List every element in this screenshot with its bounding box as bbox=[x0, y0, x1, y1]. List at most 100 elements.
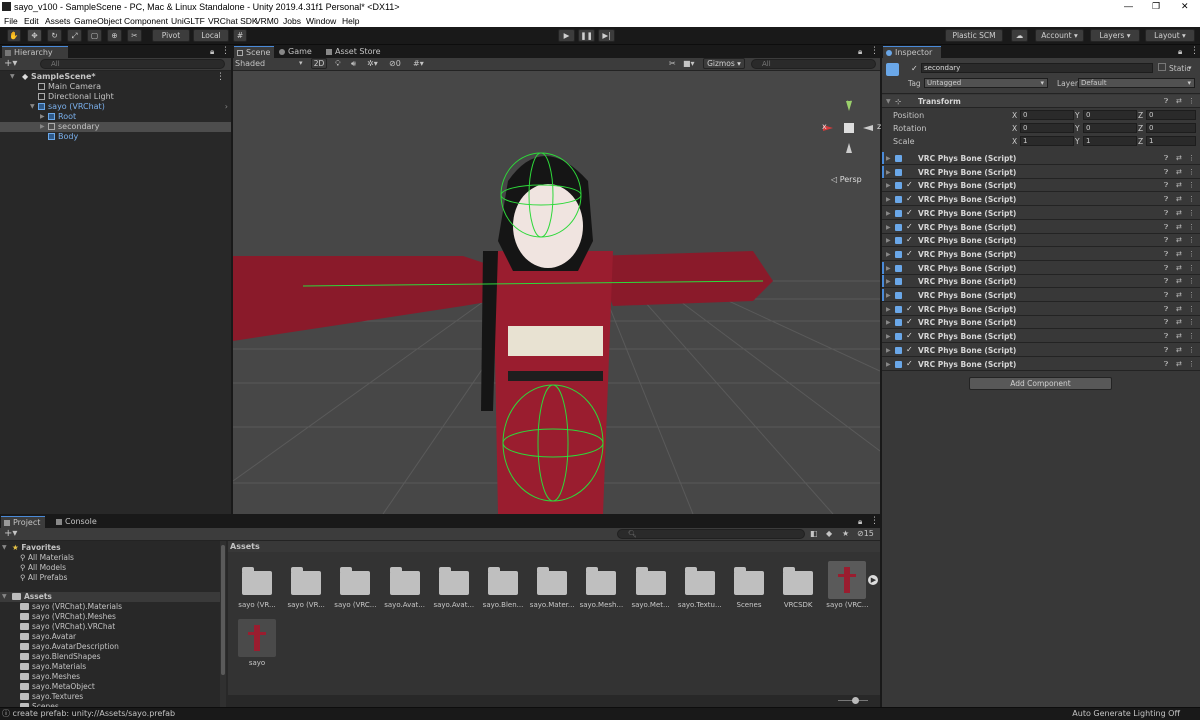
step-button[interactable]: ▶| bbox=[598, 29, 615, 42]
preset-icon[interactable]: ⇄ bbox=[1176, 221, 1182, 234]
panel-menu-icon[interactable]: ⋮ bbox=[1190, 46, 1199, 56]
preset-icon[interactable]: ⇄ bbox=[1176, 316, 1182, 329]
asset-folder-item[interactable]: sayo (VRChat).Meshes bbox=[0, 612, 226, 622]
tree-scrollbar[interactable] bbox=[220, 541, 226, 707]
help-icon[interactable]: ❓︎ bbox=[1164, 152, 1168, 165]
fold-arrow-icon[interactable]: ▶ bbox=[886, 344, 891, 357]
component-row-vrc-phys-bone[interactable]: ▶ ✓ VRC Phys Bone (Script) ❓︎ ⇄ ⋮ bbox=[882, 207, 1200, 220]
component-menu-icon[interactable]: ⋮ bbox=[1188, 221, 1195, 234]
asset-folder-item[interactable]: sayo.Avatar bbox=[0, 632, 226, 642]
menu-window[interactable]: Window bbox=[306, 16, 336, 26]
minimize-icon[interactable]: — bbox=[1124, 1, 1133, 11]
menu-assets[interactable]: Assets bbox=[45, 16, 71, 26]
component-menu-icon[interactable]: ⋮ bbox=[1188, 289, 1195, 302]
component-enabled-checkbox[interactable]: ✓ bbox=[906, 222, 914, 231]
component-enabled-checkbox[interactable]: ✓ bbox=[906, 318, 914, 326]
fold-arrow-icon[interactable]: ▶ bbox=[886, 179, 891, 192]
tab-hierarchy[interactable]: Hierarchy bbox=[2, 46, 68, 58]
assets-header[interactable]: ▼ Assets bbox=[0, 592, 226, 602]
close-icon[interactable]: ✕ bbox=[1181, 1, 1189, 12]
fold-arrow-icon[interactable]: ▶ bbox=[886, 275, 891, 288]
gizmos-dropdown[interactable]: Gizmos ▾ bbox=[703, 58, 745, 69]
lock-icon[interactable]: 🔒︎ bbox=[1178, 47, 1182, 57]
fold-arrow-icon[interactable]: ▶ bbox=[886, 303, 891, 316]
component-enabled-checkbox[interactable]: ✓ bbox=[906, 304, 914, 313]
asset-tile[interactable]: sayo.Blen... bbox=[478, 561, 528, 613]
component-enabled-checkbox[interactable]: ✓ bbox=[906, 181, 914, 189]
tab-inspector[interactable]: Inspector bbox=[883, 46, 941, 58]
component-enabled-checkbox[interactable] bbox=[906, 291, 914, 299]
component-menu-icon[interactable]: ⋮ bbox=[1188, 344, 1195, 357]
preset-icon[interactable]: ⇄ bbox=[1176, 166, 1182, 179]
maximize-icon[interactable]: ❐ bbox=[1152, 1, 1160, 12]
object-name-input[interactable]: secondary bbox=[921, 63, 1153, 73]
local-toggle[interactable]: Local bbox=[193, 29, 229, 42]
filter-label-icon[interactable]: ◆ bbox=[826, 529, 832, 538]
tab-project[interactable]: Project bbox=[1, 516, 45, 528]
component-menu-icon[interactable]: ⋮ bbox=[1188, 316, 1195, 329]
fold-arrow-icon[interactable]: ▼ bbox=[2, 543, 7, 553]
fold-arrow-icon[interactable]: ▶ bbox=[886, 234, 891, 247]
help-icon[interactable]: ❓︎ bbox=[1164, 316, 1168, 329]
favorite-all-materials[interactable]: ⚲ All Materials bbox=[0, 553, 226, 563]
favorite-star-icon[interactable]: ★ bbox=[842, 529, 849, 538]
component-menu-icon[interactable]: ⋮ bbox=[1188, 207, 1195, 220]
effects-icon[interactable]: ✲▾ bbox=[367, 59, 378, 68]
lighting-icon[interactable]: 💡︎ bbox=[335, 59, 341, 69]
component-row-vrc-phys-bone[interactable]: ▶ ✓ VRC Phys Bone (Script) ❓︎ ⇄ ⋮ bbox=[882, 179, 1200, 193]
component-enabled-checkbox[interactable]: ✓ bbox=[906, 359, 914, 368]
expand-arrow-icon[interactable]: ▶ bbox=[868, 575, 879, 585]
pause-button[interactable]: ❚❚ bbox=[578, 29, 595, 42]
scene-viewport[interactable] bbox=[233, 71, 880, 514]
component-menu-icon[interactable]: ⋮ bbox=[1188, 193, 1195, 206]
preset-icon[interactable]: ⇄ bbox=[1176, 303, 1182, 316]
help-icon[interactable]: ❓︎ bbox=[1164, 166, 1168, 179]
component-row-vrc-phys-bone[interactable]: ▶ VRC Phys Bone (Script) ❓︎ ⇄ ⋮ bbox=[882, 289, 1200, 302]
preset-icon[interactable]: ⇄ bbox=[1176, 330, 1182, 343]
panel-menu-icon[interactable]: ⋮ bbox=[870, 516, 879, 526]
fold-arrow-icon[interactable]: ▶ bbox=[886, 166, 891, 179]
panel-menu-icon[interactable]: ⋮ bbox=[221, 46, 230, 56]
fold-arrow-icon[interactable]: ▼ bbox=[2, 592, 7, 602]
rotation-x-field[interactable]: 0 bbox=[1020, 123, 1074, 133]
preset-icon[interactable]: ⇄ bbox=[1176, 358, 1182, 371]
rotation-z-field[interactable]: 0 bbox=[1146, 123, 1196, 133]
fold-arrow-icon[interactable]: ▶ bbox=[886, 248, 891, 261]
favorites-header[interactable]: ▼ ★ Favorites bbox=[0, 543, 226, 553]
preset-icon[interactable]: ⇄ bbox=[1176, 275, 1182, 288]
component-row-vrc-phys-bone[interactable]: ▶ VRC Phys Bone (Script) ❓︎ ⇄ ⋮ bbox=[882, 165, 1200, 179]
hierarchy-item-secondary[interactable]: ▶ secondary bbox=[0, 122, 231, 132]
preset-icon[interactable]: ⇄ bbox=[1176, 248, 1182, 261]
create-plus-icon[interactable]: +▾ bbox=[4, 58, 17, 69]
chevron-down-icon[interactable]: ▾ bbox=[1188, 64, 1192, 72]
fold-arrow-icon[interactable]: ▶ bbox=[886, 289, 891, 302]
help-icon[interactable]: ❓︎ bbox=[1164, 344, 1168, 357]
tab-game[interactable]: Game bbox=[276, 46, 322, 58]
help-icon[interactable]: ❓︎ bbox=[1164, 289, 1168, 302]
component-enabled-checkbox[interactable] bbox=[906, 168, 914, 176]
preset-icon[interactable]: ⇄ bbox=[1176, 152, 1182, 165]
static-checkbox[interactable] bbox=[1158, 63, 1166, 71]
rotation-y-field[interactable]: 0 bbox=[1083, 123, 1137, 133]
chevron-right-icon[interactable]: › bbox=[225, 102, 228, 112]
help-icon[interactable]: ❓︎ bbox=[1164, 95, 1168, 108]
component-menu-icon[interactable]: ⋮ bbox=[1188, 330, 1195, 343]
component-menu-icon[interactable]: ⋮ bbox=[1188, 248, 1195, 261]
component-menu-icon[interactable]: ⋮ bbox=[1188, 234, 1195, 247]
fold-arrow-icon[interactable]: ▶ bbox=[886, 193, 891, 206]
tab-scene[interactable]: Scene bbox=[234, 46, 274, 58]
menu-component[interactable]: Component bbox=[124, 16, 168, 26]
asset-tile[interactable]: sayo.Textu... bbox=[675, 561, 725, 613]
fold-arrow-icon[interactable]: ▼ bbox=[10, 72, 15, 82]
pivot-toggle[interactable]: Pivot bbox=[152, 29, 190, 42]
component-row-vrc-phys-bone[interactable]: ▶ ✓ VRC Phys Bone (Script) ❓︎ ⇄ ⋮ bbox=[882, 193, 1200, 207]
fold-arrow-icon[interactable]: ▶ bbox=[886, 358, 891, 371]
2d-toggle[interactable]: 2D bbox=[311, 58, 327, 69]
grid-toggle-icon[interactable]: #▾ bbox=[413, 59, 424, 68]
asset-tile[interactable]: Scenes bbox=[724, 561, 774, 613]
fold-arrow-icon[interactable]: ▶ bbox=[886, 316, 891, 329]
component-row-vrc-phys-bone[interactable]: ▶ VRC Phys Bone (Script) ❓︎ ⇄ ⋮ bbox=[882, 261, 1200, 275]
help-icon[interactable]: ❓︎ bbox=[1164, 221, 1168, 234]
component-menu-icon[interactable]: ⋮ bbox=[1188, 262, 1195, 275]
preset-icon[interactable]: ⇄ bbox=[1176, 95, 1182, 108]
